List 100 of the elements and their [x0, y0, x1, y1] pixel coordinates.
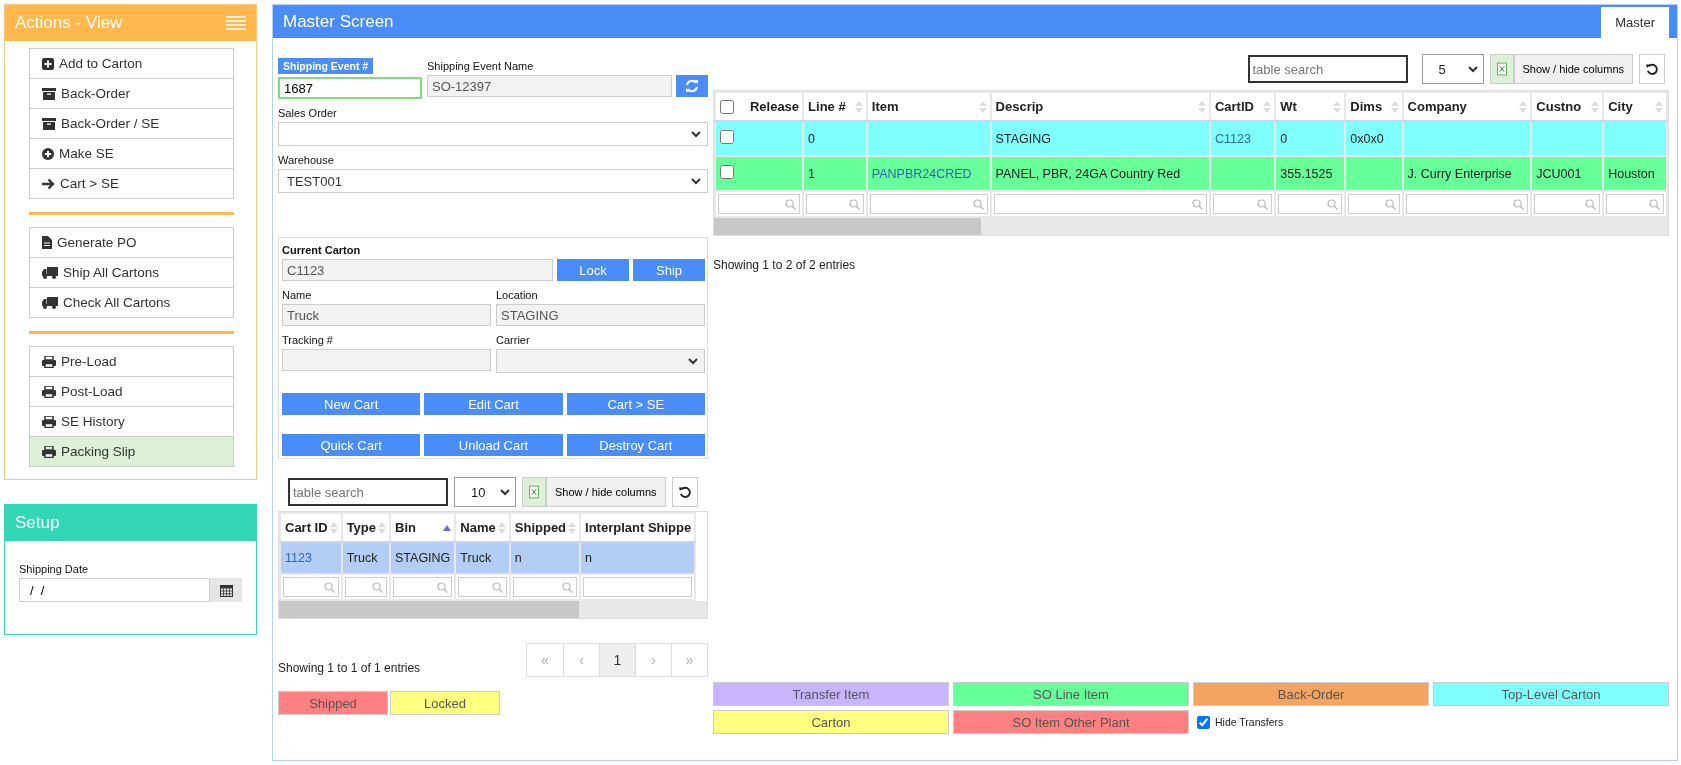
shipping-event-field[interactable]: 1687 — [278, 77, 422, 99]
column-filter-field[interactable] — [993, 194, 1207, 214]
search-icon — [1257, 198, 1269, 210]
column-filter-field[interactable] — [718, 194, 801, 214]
column-filter-field[interactable] — [583, 577, 693, 597]
column-header[interactable]: Cart ID — [280, 513, 342, 542]
column-header[interactable]: Type — [341, 513, 390, 542]
sidebar-item[interactable]: Add to Carton — [29, 48, 234, 79]
sort-icon — [1197, 100, 1206, 113]
column-header[interactable]: Shipped — [509, 513, 581, 542]
sidebar-item[interactable]: Cart > SE — [29, 168, 234, 199]
hide-transfers-checkbox[interactable] — [1197, 715, 1210, 729]
field-label: Shipping Date — [19, 563, 90, 575]
table-cell: STAGING — [395, 551, 451, 565]
column-header[interactable]: Dims — [1345, 92, 1403, 121]
table-cell: Truck — [460, 551, 492, 565]
menu-icon[interactable] — [226, 16, 246, 30]
excel-export-button[interactable] — [522, 477, 546, 507]
sidebar-item[interactable]: Generate PO — [29, 227, 234, 258]
horizontal-scrollbar[interactable] — [714, 218, 1668, 235]
column-filter-field[interactable] — [1212, 194, 1273, 214]
undo-icon — [1646, 62, 1658, 76]
table-cell: n — [514, 551, 522, 565]
reset-button[interactable] — [671, 477, 698, 507]
archive-box-icon — [42, 87, 56, 100]
column-filter-field[interactable] — [869, 194, 988, 214]
sidebar-item[interactable]: Packing Slip — [29, 436, 234, 467]
show-hide-columns-button[interactable]: Show / hide columns — [1513, 54, 1633, 84]
column-filter-field[interactable] — [512, 577, 578, 597]
column-header[interactable]: Descrip — [990, 92, 1210, 121]
field-label: Carrier — [496, 334, 531, 346]
table-row[interactable]: 1 PANPBR24CRED PANEL, PBR, 24GA Country Red 355.1525 J. Curry Enterprise JCU001 Houston — [715, 156, 1667, 191]
sidebar-item[interactable]: Pre-Load — [29, 346, 234, 377]
refresh-button[interactable] — [676, 75, 708, 97]
column-filter-field[interactable] — [458, 577, 507, 597]
sidebar-item[interactable]: Make SE — [29, 138, 234, 169]
tab[interactable]: Master — [1601, 7, 1669, 38]
sidebar-item[interactable]: Back-Order / SE — [29, 108, 234, 139]
page-size-dropdown[interactable]: 10 — [454, 477, 516, 507]
column-filter-field[interactable] — [393, 577, 453, 597]
column-header[interactable]: CartID — [1209, 92, 1276, 121]
calendar-button[interactable] — [210, 578, 242, 602]
date-field[interactable]: / / — [19, 578, 210, 602]
column-header[interactable]: Line # — [803, 92, 867, 121]
table-search-field[interactable]: table search — [288, 478, 448, 506]
column-header[interactable]: Item — [866, 92, 991, 121]
plus-circle-icon — [42, 147, 54, 160]
search-icon — [1327, 198, 1339, 210]
tracking-field[interactable] — [282, 349, 491, 371]
arrow-right-icon — [42, 177, 55, 190]
page-size-dropdown[interactable]: 5 — [1421, 54, 1484, 84]
location-field[interactable]: STAGING — [496, 304, 705, 326]
printer-icon — [42, 385, 56, 398]
spreadsheet-icon — [1496, 62, 1507, 76]
sidebar-item[interactable]: Back-Order — [29, 78, 234, 109]
table-search-field[interactable]: table search — [1247, 55, 1408, 83]
column-filter-field[interactable] — [283, 577, 339, 597]
column-filter-field[interactable] — [1606, 194, 1664, 214]
column-header[interactable]: Custno — [1531, 92, 1604, 121]
sidebar-item[interactable]: Post-Load — [29, 376, 234, 407]
sales-order-dropdown[interactable] — [278, 122, 708, 146]
sidebar-item[interactable]: SE History — [29, 406, 234, 437]
table-row[interactable]: 0 STAGING C1123 0 0x0x0 — [715, 121, 1667, 156]
release-checkbox[interactable] — [720, 165, 734, 179]
carton-name-field[interactable]: Truck — [282, 304, 491, 326]
sidebar-item[interactable]: Check All Cartons — [29, 287, 234, 318]
page-button[interactable]: 1 — [599, 644, 635, 676]
reset-button[interactable] — [1639, 54, 1665, 84]
carrier-dropdown[interactable] — [496, 349, 705, 373]
column-header[interactable]: Release — [715, 92, 804, 121]
table-cell: Houston — [1608, 166, 1655, 181]
column-header[interactable]: Company — [1402, 92, 1532, 121]
archive-box-icon — [42, 117, 56, 130]
cart-link[interactable]: 1123 — [285, 551, 312, 565]
table-row[interactable]: 1123 Truck STAGING Truck n n — [280, 542, 696, 574]
select-all-checkbox[interactable] — [720, 99, 734, 114]
search-icon — [437, 581, 449, 593]
excel-export-button[interactable] — [1489, 54, 1514, 84]
release-checkbox[interactable] — [720, 130, 734, 144]
column-header[interactable]: Wt — [1275, 92, 1346, 121]
show-hide-columns-button[interactable]: Show / hide columns — [546, 477, 666, 507]
column-filter-field[interactable] — [1348, 194, 1400, 214]
column-filter-field[interactable] — [1405, 194, 1529, 214]
search-icon — [323, 581, 335, 593]
field-label: Shipping Event Name — [427, 60, 535, 72]
column-header[interactable]: Name — [455, 513, 510, 542]
sort-icon — [978, 100, 987, 113]
column-filter-field[interactable] — [806, 194, 864, 214]
column-filter-field[interactable] — [344, 577, 387, 597]
column-filter-field[interactable] — [1278, 194, 1343, 214]
horizontal-scrollbar[interactable] — [279, 601, 707, 618]
column-filter-field[interactable] — [1534, 194, 1601, 214]
warehouse-dropdown[interactable]: TEST001 — [278, 169, 708, 193]
current-carton-field[interactable]: C1123 — [282, 259, 553, 281]
shipping-event-name-field[interactable]: SO-12397 — [427, 75, 672, 97]
file-icon — [42, 236, 52, 249]
table-cell: JCU001 — [1536, 166, 1582, 181]
sidebar-item[interactable]: Ship All Cartons — [29, 257, 234, 288]
table-cell: PANEL, PBR, 24GA Country Red — [995, 166, 1181, 181]
column-header[interactable]: City — [1603, 92, 1667, 121]
